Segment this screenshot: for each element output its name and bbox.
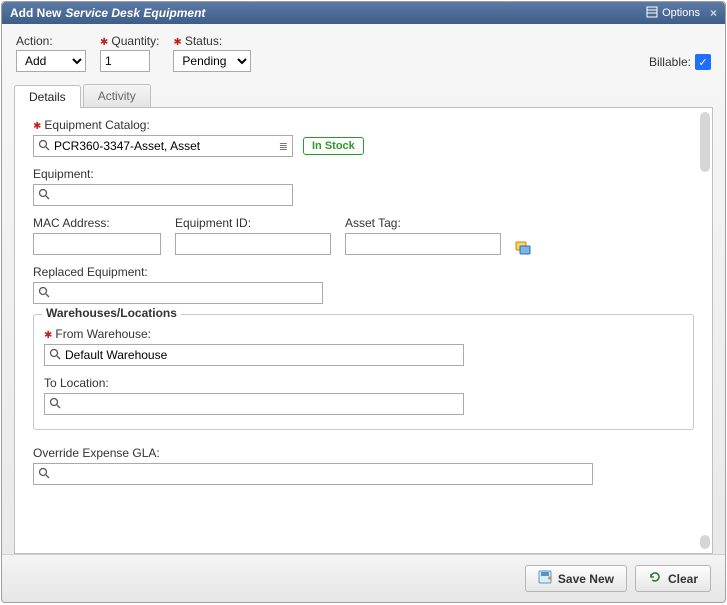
clear-button[interactable]: Clear <box>635 565 711 592</box>
override-lookup[interactable] <box>33 463 593 485</box>
search-icon <box>38 467 50 482</box>
warehouses-group: Warehouses/Locations From Warehouse: To … <box>33 314 694 430</box>
billable-field: Billable: ✓ <box>649 54 711 72</box>
eqcat-lookup[interactable]: ≣ <box>33 135 293 157</box>
search-icon <box>49 397 61 412</box>
tab-details[interactable]: Details <box>14 85 81 108</box>
search-icon <box>38 286 50 301</box>
mac-label: MAC Address: <box>33 216 161 230</box>
replaced-label: Replaced Equipment: <box>33 265 694 279</box>
search-icon <box>38 139 50 154</box>
search-icon <box>49 348 61 363</box>
asset-tag-action-icon[interactable] <box>515 239 531 255</box>
tab-activity[interactable]: Activity <box>83 84 151 107</box>
list-icon[interactable]: ≣ <box>275 140 292 153</box>
to-loc-lookup[interactable] <box>44 393 464 415</box>
assettag-input[interactable] <box>345 233 501 255</box>
title-prefix: Add New <box>10 6 61 20</box>
quantity-label: Quantity: <box>100 34 159 48</box>
search-icon <box>38 188 50 203</box>
options-icon <box>646 6 658 21</box>
titlebar: Add New Service Desk Equipment Options × <box>2 2 725 24</box>
assettag-label: Asset Tag: <box>345 216 501 230</box>
save-new-icon <box>538 570 552 587</box>
eqcat-input[interactable] <box>50 137 275 155</box>
options-label: Options <box>662 7 700 19</box>
status-label: Status: <box>173 34 251 48</box>
override-label: Override Expense GLA: <box>33 446 694 460</box>
scrollbar-thumb-top[interactable] <box>700 112 710 172</box>
from-wh-input[interactable] <box>61 346 463 364</box>
save-new-label: Save New <box>558 572 614 586</box>
replaced-lookup[interactable] <box>33 282 323 304</box>
action-select[interactable]: Add <box>16 50 86 72</box>
details-pane: Equipment Catalog: ≣ In Stock Equipment: <box>15 108 712 553</box>
tabstrip: Details Activity <box>2 78 725 108</box>
from-wh-lookup[interactable] <box>44 344 464 366</box>
to-loc-label: To Location: <box>44 376 683 390</box>
dialog-window: Add New Service Desk Equipment Options ×… <box>1 1 726 603</box>
to-loc-input[interactable] <box>61 395 463 413</box>
refresh-icon <box>648 570 662 587</box>
top-controls: Action: Add Quantity: Status: Pending Bi… <box>2 24 725 78</box>
from-wh-label: From Warehouse: <box>44 327 683 341</box>
title-suffix: Service Desk Equipment <box>65 6 205 20</box>
eqcat-label: Equipment Catalog: <box>33 118 694 132</box>
save-new-button[interactable]: Save New <box>525 565 627 592</box>
equipment-input[interactable] <box>50 186 292 204</box>
scrollbar-thumb-bottom[interactable] <box>700 535 710 549</box>
mac-input[interactable] <box>33 233 161 255</box>
clear-label: Clear <box>668 572 698 586</box>
status-field: Status: Pending <box>173 34 251 72</box>
quantity-field: Quantity: <box>100 34 159 72</box>
close-button[interactable]: × <box>710 6 717 20</box>
equipment-lookup[interactable] <box>33 184 293 206</box>
override-input[interactable] <box>50 465 592 483</box>
status-select[interactable]: Pending <box>173 50 251 72</box>
footer: Save New Clear <box>2 554 725 602</box>
action-label: Action: <box>16 34 86 48</box>
eqid-input[interactable] <box>175 233 331 255</box>
quantity-input[interactable] <box>100 50 150 72</box>
billable-label: Billable: <box>649 55 691 69</box>
replaced-input[interactable] <box>50 284 322 302</box>
pane-wrap: Equipment Catalog: ≣ In Stock Equipment: <box>14 108 713 554</box>
warehouses-legend: Warehouses/Locations <box>42 306 181 320</box>
equipment-label: Equipment: <box>33 167 694 181</box>
eqid-label: Equipment ID: <box>175 216 331 230</box>
options-button[interactable]: Options <box>646 6 700 21</box>
instock-badge: In Stock <box>303 137 364 155</box>
billable-checkbox[interactable]: ✓ <box>695 54 711 70</box>
action-field: Action: Add <box>16 34 86 72</box>
